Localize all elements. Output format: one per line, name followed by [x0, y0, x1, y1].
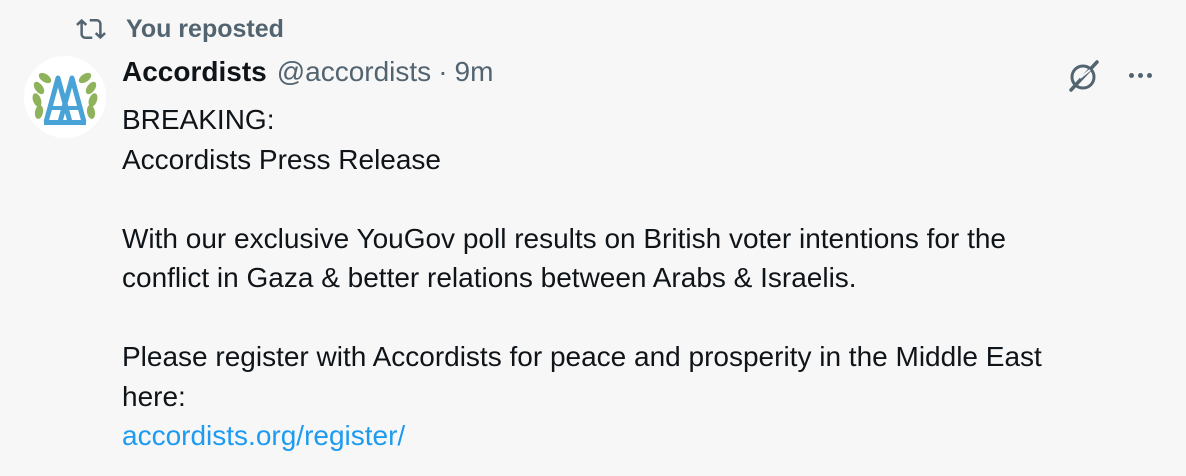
avatar[interactable] [24, 56, 106, 138]
tweet-line: conflict in Gaza & better relations betw… [122, 262, 857, 293]
tweet-body: BREAKING: Accordists Press Release With … [122, 100, 1162, 456]
tweet-line: here: [122, 380, 186, 412]
tweet-line: Accordists Press Release [122, 143, 442, 175]
more-options-icon[interactable] [1120, 60, 1160, 90]
header-separator: · [438, 56, 448, 87]
dot-icon [1128, 72, 1134, 78]
author-handle[interactable]: @accordists [277, 56, 431, 88]
tweet-line [122, 179, 1162, 219]
tweet-line [122, 298, 1162, 338]
author-display-name[interactable]: Accordists [122, 56, 267, 88]
tweet-line: With our exclusive YouGov poll results o… [122, 222, 1006, 254]
tweet[interactable]: You reposted Accordists @accordists · 9m… [0, 0, 1186, 476]
repost-icon [76, 18, 106, 40]
dot-icon [1146, 72, 1152, 78]
tweet-header: Accordists @accordists · 9m [122, 56, 493, 92]
accordists-laurel-logo-icon [32, 72, 98, 125]
repost-indicator: You reposted [76, 14, 284, 44]
register-link[interactable]: accordists.org/register/ [122, 416, 1162, 456]
tweet-line: BREAKING: [122, 104, 275, 135]
dot-icon [1137, 72, 1143, 78]
tweet-line: Please register with Accordists for peac… [122, 341, 1042, 372]
grok-icon[interactable] [1066, 58, 1102, 94]
repost-label: You reposted [126, 14, 284, 43]
post-timestamp[interactable]: 9m [455, 56, 494, 88]
